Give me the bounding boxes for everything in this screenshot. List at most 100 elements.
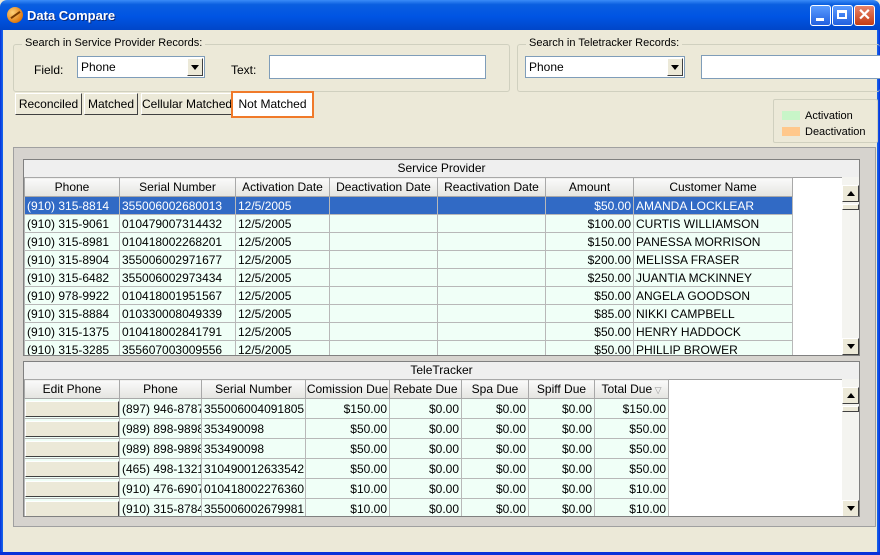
table-cell[interactable]: $10.00: [305, 498, 390, 516]
table-cell[interactable]: (910) 315-8884: [24, 304, 120, 323]
table-cell[interactable]: AMANDA LOCKLEAR: [633, 196, 793, 215]
scroll-up-arrow[interactable]: [842, 185, 859, 202]
edit-phone-cell[interactable]: [24, 478, 120, 499]
table-cell[interactable]: (910) 315-9061: [24, 214, 120, 233]
teletracker-search-input[interactable]: [701, 55, 880, 79]
table-cell[interactable]: 355006002680013: [119, 196, 236, 215]
scroll-down-arrow[interactable]: [842, 338, 859, 355]
table-cell[interactable]: $50.00: [545, 196, 634, 215]
table-cell[interactable]: NIKKI CAMPBELL: [633, 304, 793, 323]
column-header[interactable]: Phone: [24, 177, 120, 197]
table-cell[interactable]: 010418002841791: [119, 322, 236, 341]
table-cell[interactable]: 12/5/2005: [235, 250, 330, 269]
column-header[interactable]: Serial Number: [201, 379, 306, 399]
table-cell[interactable]: 12/5/2005: [235, 196, 330, 215]
table-row[interactable]: (897) 946-8787 355006004091805 $150.00 $0.0…: [24, 398, 669, 419]
table-cell[interactable]: (897) 946-8787: [119, 398, 202, 419]
edit-phone-cell[interactable]: [24, 498, 120, 516]
table-row[interactable]: (910) 315-6482 355006002973434 12/5/2005 $2…: [24, 268, 793, 287]
column-header[interactable]: Spiff Due: [528, 379, 595, 399]
table-cell[interactable]: 355006002973434: [119, 268, 236, 287]
table-cell[interactable]: [329, 322, 438, 341]
table-cell[interactable]: $0.00: [461, 478, 529, 499]
table-cell[interactable]: $10.00: [305, 478, 390, 499]
column-header[interactable]: Reactivation Date: [437, 177, 546, 197]
table-cell[interactable]: $0.00: [461, 418, 529, 439]
table-cell[interactable]: [329, 250, 438, 269]
chevron-down-icon[interactable]: [667, 58, 683, 76]
table-cell[interactable]: [329, 232, 438, 251]
table-cell[interactable]: $0.00: [461, 458, 529, 479]
table-cell[interactable]: $50.00: [594, 418, 669, 439]
table-cell[interactable]: (910) 978-9922: [24, 286, 120, 305]
table-cell[interactable]: [329, 214, 438, 233]
table-row[interactable]: (910) 315-8981 010418002268201 12/5/2005 $1…: [24, 232, 793, 251]
table-cell[interactable]: $0.00: [461, 438, 529, 459]
table-cell[interactable]: $0.00: [528, 478, 595, 499]
minimize-button[interactable]: [810, 5, 831, 26]
cellular-matched-button[interactable]: Cellular Matched: [141, 93, 232, 115]
column-header[interactable]: Deactivation Date: [329, 177, 438, 197]
not-matched-button[interactable]: Not Matched: [231, 91, 314, 118]
column-header[interactable]: Spa Due: [461, 379, 529, 399]
teletracker-grid[interactable]: TeleTracker Edit Phone Phone Serial Number…: [23, 361, 860, 517]
table-cell[interactable]: $0.00: [389, 438, 462, 459]
table-cell[interactable]: [437, 196, 546, 215]
table-cell[interactable]: CURTIS WILLIAMSON: [633, 214, 793, 233]
table-cell[interactable]: $50.00: [594, 438, 669, 459]
table-cell[interactable]: PANESSA MORRISON: [633, 232, 793, 251]
table-cell[interactable]: [329, 268, 438, 287]
table-cell[interactable]: $0.00: [389, 418, 462, 439]
table-row[interactable]: (465) 498-1321 310490012633542 $50.00 $0.00…: [24, 458, 669, 479]
table-cell[interactable]: 010330008049339: [119, 304, 236, 323]
close-button[interactable]: ✕: [854, 5, 875, 26]
table-cell[interactable]: 010479007314432: [119, 214, 236, 233]
table-cell[interactable]: $50.00: [545, 286, 634, 305]
table-cell[interactable]: (910) 315-8904: [24, 250, 120, 269]
table-cell[interactable]: 355607003009556: [119, 340, 236, 355]
table-cell[interactable]: $150.00: [305, 398, 390, 419]
table-cell[interactable]: MELISSA FRASER: [633, 250, 793, 269]
table-cell[interactable]: (910) 315-6482: [24, 268, 120, 287]
edit-phone-button[interactable]: [25, 500, 119, 516]
table-cell[interactable]: $0.00: [389, 498, 462, 516]
table-cell[interactable]: $0.00: [528, 498, 595, 516]
table-cell[interactable]: $50.00: [305, 418, 390, 439]
chevron-down-icon[interactable]: [187, 58, 203, 76]
edit-phone-cell[interactable]: [24, 458, 120, 479]
table-cell[interactable]: 353490098: [201, 438, 306, 459]
table-cell[interactable]: $50.00: [594, 458, 669, 479]
table-row[interactable]: (989) 898-9898 353490098 $50.00 $0.00 $0.00 $…: [24, 418, 669, 439]
table-cell[interactable]: 010418002268201: [119, 232, 236, 251]
table-cell[interactable]: (910) 315-8784: [119, 498, 202, 516]
table-cell[interactable]: [437, 286, 546, 305]
table-cell[interactable]: $50.00: [305, 438, 390, 459]
table-row[interactable]: (910) 315-3285 355607003009556 12/5/2005 $5…: [24, 340, 793, 355]
service-provider-grid[interactable]: Service Provider Phone Serial Number Activ…: [23, 159, 860, 356]
scroll-thumb[interactable]: [842, 204, 859, 210]
table-cell[interactable]: $0.00: [389, 458, 462, 479]
column-header[interactable]: Total Due ▽: [594, 379, 669, 399]
table-cell[interactable]: (910) 315-1375: [24, 322, 120, 341]
edit-phone-button[interactable]: [25, 460, 119, 477]
table-cell[interactable]: $50.00: [545, 340, 634, 355]
table-cell[interactable]: 12/5/2005: [235, 268, 330, 287]
table-cell[interactable]: HENRY HADDOCK: [633, 322, 793, 341]
table-row[interactable]: (910) 315-9061 010479007314432 12/5/2005 $1…: [24, 214, 793, 233]
table-cell[interactable]: [437, 304, 546, 323]
table-cell[interactable]: [329, 304, 438, 323]
table-cell[interactable]: [329, 286, 438, 305]
column-header[interactable]: Customer Name: [633, 177, 793, 197]
table-row[interactable]: (910) 476-6907 010418002276360 $10.00 $0.00…: [24, 478, 669, 499]
table-cell[interactable]: (910) 315-8814: [24, 196, 120, 215]
table-row[interactable]: (989) 898-9898 353490098 $50.00 $0.00 $0.00 $…: [24, 438, 669, 459]
table-cell[interactable]: 12/5/2005: [235, 214, 330, 233]
table-cell[interactable]: [437, 232, 546, 251]
table-cell[interactable]: $50.00: [305, 458, 390, 479]
table-cell[interactable]: $0.00: [528, 438, 595, 459]
table-cell[interactable]: PHILLIP BROWER: [633, 340, 793, 355]
table-cell[interactable]: (910) 476-6907: [119, 478, 202, 499]
teletracker-table[interactable]: Edit Phone Phone Serial Number Comission Du…: [24, 379, 669, 516]
table-cell[interactable]: 355006002971677: [119, 250, 236, 269]
table-cell[interactable]: (989) 898-9898: [119, 438, 202, 459]
